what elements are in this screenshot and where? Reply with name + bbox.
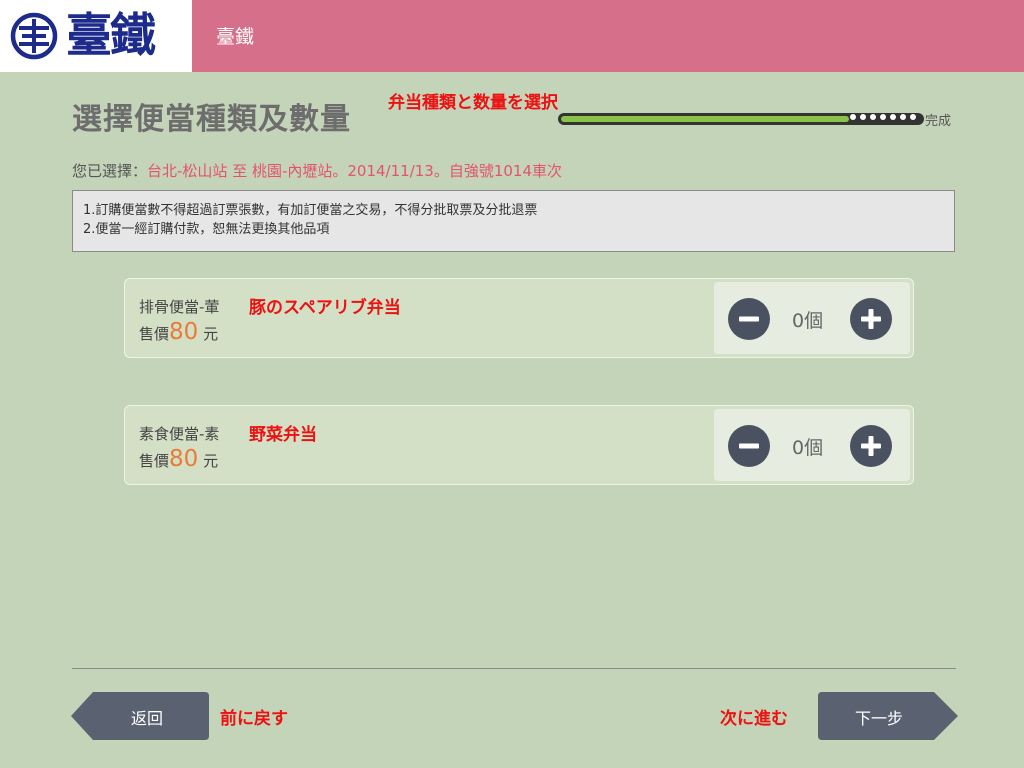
quantity-stepper: 0個 <box>714 282 910 354</box>
plus-icon <box>861 309 881 329</box>
quantity-value: 0個 <box>792 437 824 459</box>
selection-label: 您已選擇： <box>72 162 148 180</box>
price-label: 售價 <box>139 452 170 470</box>
product-card-pork-rib: 排骨便當-葷 售價80 元 豚のスペアリブ弁当 0個 <box>124 278 914 358</box>
logo-text: 臺鐵 <box>66 8 156 62</box>
product-price: 售價80 元 <box>139 319 218 345</box>
increase-quantity-button[interactable] <box>850 425 892 467</box>
header-title: 臺鐵 <box>216 26 255 48</box>
title-annotation: 弁当種類と数量を選択 <box>388 93 558 113</box>
next-button-label: 下一步 <box>854 709 903 728</box>
header-bar: 臺鐵 臺鐵 <box>0 0 1024 72</box>
price-label: 售價 <box>139 325 170 343</box>
minus-icon <box>739 443 759 449</box>
decrease-quantity-button[interactable] <box>728 425 770 467</box>
plus-icon <box>861 436 881 456</box>
product-price: 售價80 元 <box>139 446 218 472</box>
next-annotation: 次に進む <box>720 709 788 729</box>
progress-label: 完成 <box>925 114 952 129</box>
notice-line-2: 2.便當一經訂購付款，恕無法更換其他品項 <box>83 222 330 237</box>
selection-info: 您已選擇：台北-松山站 至 桃園-內壢站。2014/11/13。自強號1014車… <box>72 160 562 181</box>
quantity-stepper: 0個 <box>714 409 910 481</box>
back-annotation: 前に戻す <box>220 709 288 729</box>
notice-box: 1.訂購便當數不得超過訂票張數，有加訂便當之交易，不得分批取票及分批退票 2.便… <box>72 190 955 252</box>
back-button-label: 返回 <box>130 709 163 728</box>
decrease-quantity-button[interactable] <box>728 298 770 340</box>
price-currency: 元 <box>203 452 219 470</box>
logo[interactable]: 臺鐵 <box>0 0 192 72</box>
increase-quantity-button[interactable] <box>850 298 892 340</box>
progress-fill <box>561 116 849 122</box>
product-name: 素食便當-素 <box>139 425 220 443</box>
footer-divider <box>72 668 956 669</box>
product-annotation: 野菜弁当 <box>249 425 317 445</box>
tra-logo-icon <box>10 12 58 60</box>
progress-bar <box>558 111 924 127</box>
back-button[interactable]: 返回 <box>71 692 209 740</box>
minus-icon <box>739 316 759 322</box>
quantity-value: 0個 <box>792 310 824 332</box>
product-card-vegetarian: 素食便當-素 售價80 元 野菜弁当 0個 <box>124 405 914 485</box>
price-currency: 元 <box>203 325 219 343</box>
product-annotation: 豚のスペアリブ弁当 <box>249 298 401 318</box>
price-value: 80 <box>169 446 199 472</box>
product-name: 排骨便當-葷 <box>139 298 220 316</box>
selection-value: 台北-松山站 至 桃園-內壢站。2014/11/13。自強號1014車次 <box>147 162 563 180</box>
price-value: 80 <box>169 319 199 345</box>
progress-dots <box>850 114 916 120</box>
page-title: 選擇便當種類及數量 <box>72 102 351 137</box>
next-button[interactable]: 下一步 <box>818 692 958 740</box>
notice-line-1: 1.訂購便當數不得超過訂票張數，有加訂便當之交易，不得分批取票及分批退票 <box>83 203 538 218</box>
